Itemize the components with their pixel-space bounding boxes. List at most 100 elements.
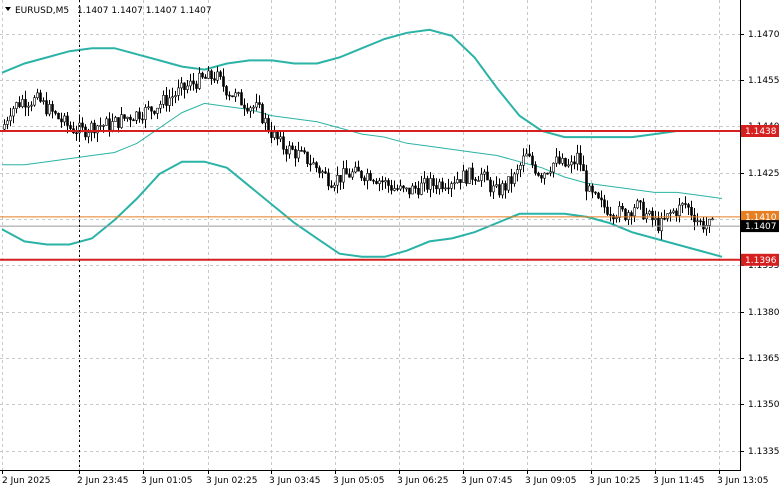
candle-bear bbox=[84, 126, 87, 138]
candle-bear bbox=[534, 164, 537, 174]
candle-bear bbox=[324, 171, 327, 174]
candle-bull bbox=[516, 169, 519, 175]
candle-bear bbox=[699, 220, 702, 223]
candle-bear bbox=[594, 191, 597, 194]
candle-bear bbox=[123, 114, 126, 119]
candle-bear bbox=[609, 214, 612, 216]
chart-header: EURUSD,M5 1.1407 1.1407 1.1407 1.1407 bbox=[5, 6, 212, 16]
time-tick-label: 3 Jun 10:25 bbox=[589, 476, 640, 486]
candle-bull bbox=[180, 82, 183, 89]
candle-bull bbox=[351, 171, 354, 178]
candle-bull bbox=[156, 107, 159, 114]
candle-bear bbox=[183, 82, 186, 90]
candle-bear bbox=[702, 220, 705, 230]
candle-bull bbox=[237, 92, 240, 94]
candle-bull bbox=[666, 213, 669, 219]
candle-bear bbox=[408, 187, 411, 195]
candle-bear bbox=[60, 118, 63, 123]
candle-bull bbox=[255, 102, 258, 108]
candle-bull bbox=[168, 97, 171, 106]
candle-bear bbox=[210, 70, 213, 80]
candle-bull bbox=[186, 85, 189, 90]
candle-bear bbox=[447, 187, 450, 190]
candle-bear bbox=[372, 179, 375, 182]
candle-bear bbox=[651, 210, 654, 221]
candle-bull bbox=[162, 95, 165, 105]
candle-bull bbox=[423, 178, 426, 184]
candle-bull bbox=[468, 167, 471, 184]
candle-bull bbox=[144, 107, 147, 120]
candle-bear bbox=[459, 179, 462, 183]
price-tick-label: 1.1365 bbox=[748, 354, 780, 364]
price-tick-label: 1.1350 bbox=[748, 400, 780, 410]
candle-bear bbox=[624, 208, 627, 220]
candle-bull bbox=[312, 162, 315, 165]
candle-bear bbox=[261, 104, 264, 124]
candle-bear bbox=[693, 214, 696, 223]
candle-bear bbox=[363, 177, 366, 182]
candle-bear bbox=[600, 197, 603, 201]
candle-bear bbox=[225, 86, 228, 96]
candle-bull bbox=[483, 171, 486, 175]
candle-bull bbox=[15, 102, 18, 109]
candle-bull bbox=[378, 180, 381, 184]
candle-bear bbox=[192, 80, 195, 85]
candle-bull bbox=[615, 217, 618, 219]
candle-bull bbox=[570, 161, 573, 166]
candle-bull bbox=[63, 115, 66, 123]
candle-bear bbox=[222, 76, 225, 87]
symbol-label: EURUSD,M5 bbox=[15, 6, 69, 16]
candle-bull bbox=[633, 207, 636, 217]
candle-bear bbox=[165, 95, 168, 106]
candle-bear bbox=[675, 210, 678, 216]
level-tag-label: 1.1396 bbox=[745, 256, 777, 266]
candle-bull bbox=[189, 80, 192, 87]
candle-bear bbox=[117, 117, 120, 128]
candle-bear bbox=[327, 172, 330, 187]
candle-bull bbox=[627, 212, 630, 220]
candle-bear bbox=[573, 161, 576, 165]
candle-bull bbox=[456, 179, 459, 184]
candle-bull bbox=[648, 210, 651, 215]
candle-bull bbox=[453, 182, 456, 185]
candle-bull bbox=[411, 185, 414, 195]
candle-bear bbox=[417, 188, 420, 195]
candle-bull bbox=[354, 166, 357, 173]
candle-bull bbox=[333, 184, 336, 188]
candle-bull bbox=[654, 217, 657, 221]
candle-bear bbox=[291, 145, 294, 150]
level-tag-label: 1.1438 bbox=[745, 127, 777, 137]
candle-bull bbox=[708, 218, 711, 226]
candle-bear bbox=[360, 170, 363, 179]
candle-bear bbox=[129, 116, 132, 121]
candle-bull bbox=[549, 171, 552, 174]
candle-bear bbox=[579, 152, 582, 165]
candle-bull bbox=[501, 183, 504, 196]
candle-bull bbox=[264, 118, 267, 124]
candle-bear bbox=[54, 111, 57, 114]
candle-bull bbox=[3, 124, 6, 130]
candle-bear bbox=[396, 188, 399, 190]
candle-bear bbox=[345, 168, 348, 175]
ohlc-label: 1.1407 1.1407 1.1407 1.1407 bbox=[77, 6, 212, 16]
candle-bull bbox=[273, 131, 276, 138]
candle-bull bbox=[507, 176, 510, 191]
candle-bull bbox=[171, 96, 174, 99]
candle-bear bbox=[465, 170, 468, 184]
candle-bear bbox=[540, 175, 543, 179]
candle-bull bbox=[174, 95, 177, 98]
candle-bull bbox=[366, 173, 369, 181]
candle-bear bbox=[51, 104, 54, 112]
candle-bull bbox=[513, 173, 516, 184]
candle-bear bbox=[69, 125, 72, 129]
candle-bull bbox=[6, 120, 9, 125]
candle-bear bbox=[441, 181, 444, 190]
candle-bear bbox=[243, 104, 246, 109]
candle-bear bbox=[276, 131, 279, 140]
price-chart[interactable]: 1.14701.14551.14401.14251.14101.13951.13… bbox=[0, 0, 781, 489]
candle-bear bbox=[81, 122, 84, 128]
candle-bear bbox=[426, 178, 429, 190]
candle-bull bbox=[645, 213, 648, 220]
candle-bull bbox=[288, 145, 291, 155]
candle-bear bbox=[39, 92, 42, 102]
